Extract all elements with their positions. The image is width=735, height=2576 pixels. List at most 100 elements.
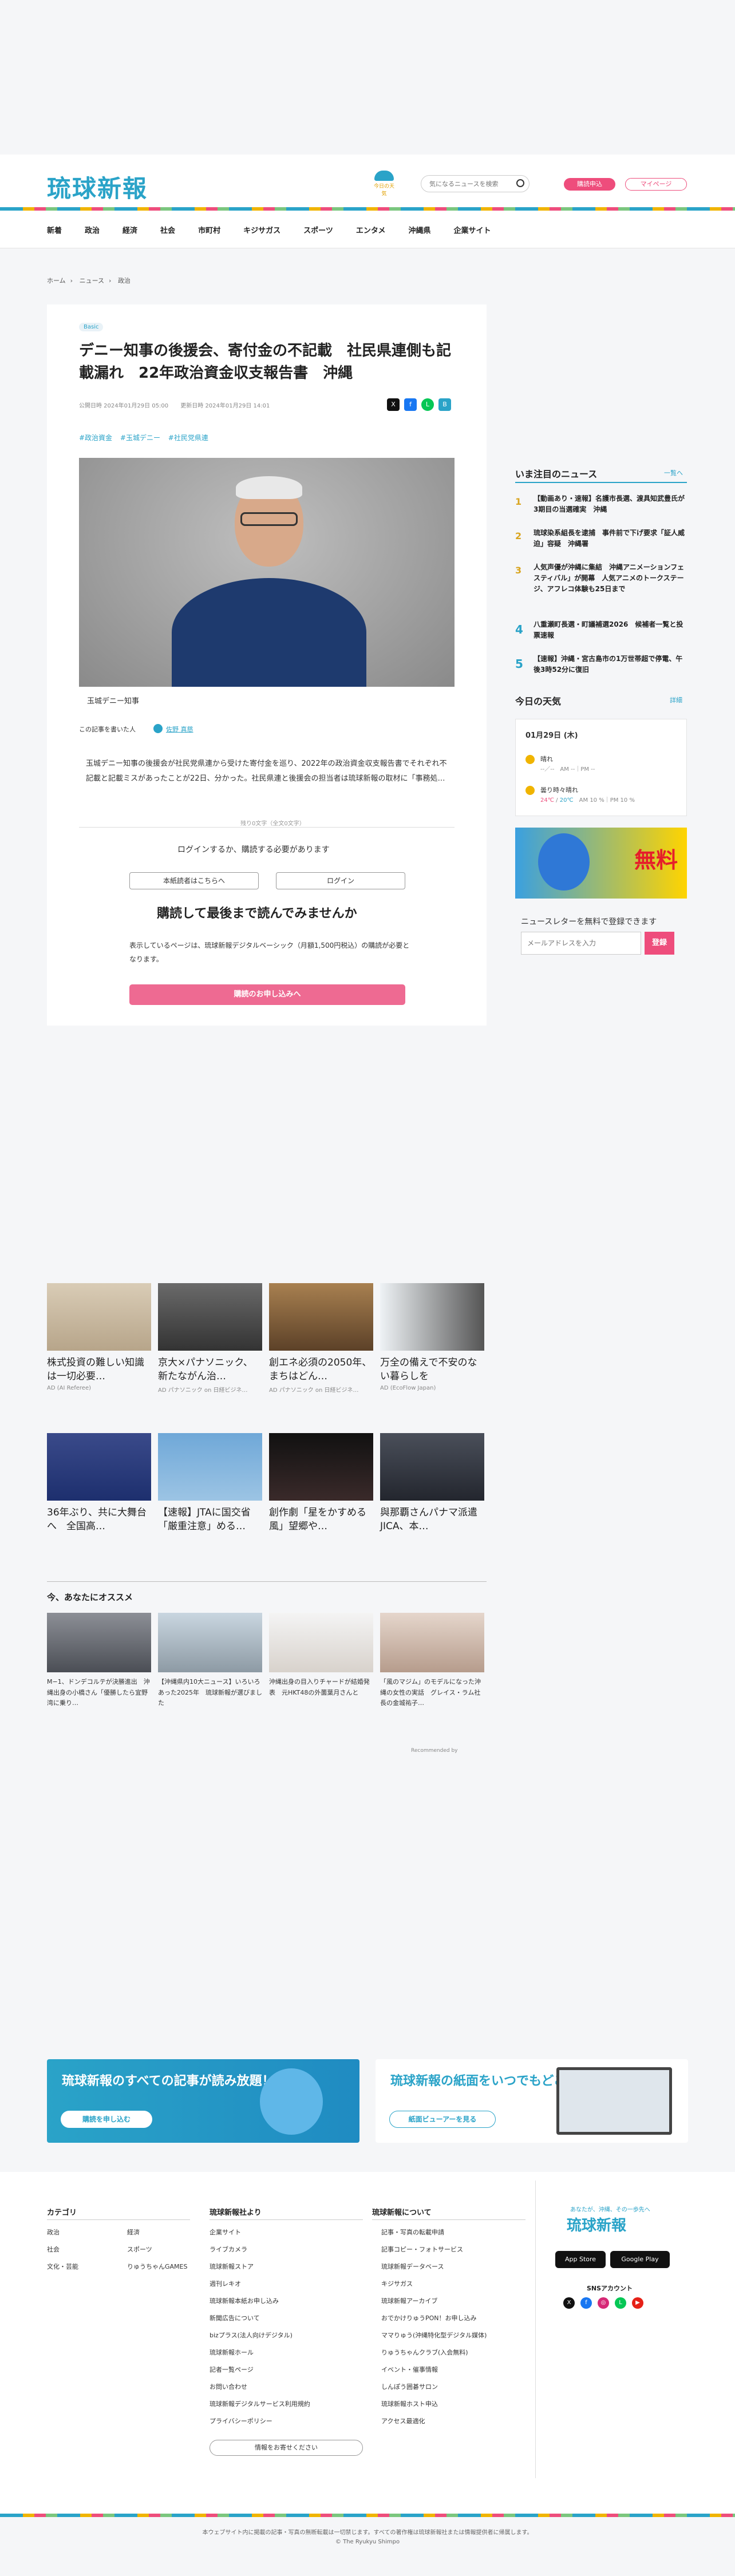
news-tile[interactable]: 【速報】JTAに国交省「厳重注意」める… [158,1433,262,1534]
breadcrumb-home[interactable]: ホーム [47,277,66,284]
footer-link[interactable]: お問い合わせ [210,2379,310,2396]
hashtag-link[interactable]: #玉城デニー [120,434,160,442]
footer-link[interactable]: 経済 [127,2224,187,2241]
footer-link[interactable]: 記事・写真の転載申請 [381,2224,487,2241]
paper-reader-button[interactable]: 本紙読者はこちらへ [129,872,259,889]
hashtag-link[interactable]: #政治資金 [79,434,112,442]
footer-link[interactable]: 琉球新報ホール [210,2344,310,2361]
search-input[interactable] [421,175,529,192]
nav-item-corporate[interactable]: 企業サイト [453,224,491,235]
ranking-item[interactable]: 2 琉球染系組長を逮捕 事件前で下げ要求「証人威迫」容疑 沖縄署 [515,528,687,549]
footer-link[interactable]: プライバシーポリシー [210,2413,310,2430]
body-fade [79,790,455,810]
app-store-button[interactable]: App Store [555,2251,606,2268]
subscribe-promo-banner[interactable]: 琉球新報のすべての記事が読み放題！ 購読を申し込む [47,2059,359,2143]
ad-tile[interactable]: 創エネ必須の2050年、まちはどん… AD パナソニック on 日経ビジネ… [269,1283,373,1394]
author-link[interactable]: 佐野 真慈 [166,725,193,734]
google-play-button[interactable]: Google Play [610,2251,670,2268]
viewer-promo-banner[interactable]: 琉球新報の紙面をいつでもどこでも。 紙面ビューアーを見る [376,2059,688,2143]
subscribe-button[interactable]: 購読申込 [564,178,615,191]
hashtag-list: #政治資金 #玉城デニー #社民党県連 [79,433,214,442]
ranking-item[interactable]: 4 八重瀬町長選・町議補選2026 候補者一覧と投票速報 [515,619,687,641]
newsletter-email-input[interactable] [521,932,641,955]
recommend-item[interactable]: 「風のマジム」のモデルになった沖縄の女性の実話 グレイス・ラム社長の金城祐子… [380,1613,484,1709]
recommend-item[interactable]: M−1、ドンデコルテが決勝進出 沖縄出身の小橋さん「優勝したら宜野湾に乗り… [47,1613,151,1709]
footer-link[interactable]: 政治 [47,2224,78,2241]
news-tile[interactable]: 創作劇「星をかすめる風」望郷や… [269,1433,373,1534]
paywall-subscribe-button[interactable]: 購読のお申し込みへ [129,984,405,1005]
hashtag-link[interactable]: #社民党県連 [168,434,208,442]
breadcrumb-news[interactable]: ニュース [80,277,104,284]
ad-tile[interactable]: 万全の備えで不安のない暮らしを AD (EcoFlow Japan) [380,1283,484,1391]
footer-link[interactable]: しんぽう囲碁サロン [381,2379,487,2396]
footer-link[interactable]: 琉球新報デジタルサービス利用規約 [210,2396,310,2413]
promo-viewer-button[interactable]: 紙面ビューアーを見る [389,2111,496,2128]
x-icon[interactable]: X [563,2297,575,2309]
ranking-item[interactable]: 1 【動画あり・速報】名護市長選、渡具知武豊氏が3期目の当選確実 沖縄 [515,493,687,515]
newsletter-submit-button[interactable]: 登録 [645,932,674,955]
footer-link[interactable]: bizプラス(法人向けデジタル) [210,2327,310,2344]
footer-link[interactable]: ママりゅう(沖縄特化型デジタル媒体) [381,2327,487,2344]
nav-item-entertainment[interactable]: エンタメ [356,224,386,235]
instagram-icon[interactable]: ◎ [598,2297,609,2309]
footer-link[interactable]: 琉球新報ホスト申込 [381,2396,487,2413]
footer-link[interactable]: 週刊レキオ [210,2276,310,2293]
search-icon[interactable] [516,179,524,187]
nav-item-okinawa[interactable]: 沖縄県 [408,224,430,235]
footer-link[interactable]: 琉球新報本紙お申し込み [210,2293,310,2310]
footer-link[interactable]: スポーツ [127,2241,187,2258]
sidebar-banner-ad[interactable]: 無料 [515,828,687,899]
nav-item-economy[interactable]: 経済 [122,224,137,235]
site-logo[interactable]: 琉球新報 [47,169,148,204]
footer-link[interactable]: 記事コピー・フォトサービス [381,2241,487,2258]
line-icon[interactable]: L [615,2297,626,2309]
footer-link[interactable]: ライブカメラ [210,2241,310,2258]
recommend-item[interactable]: 沖縄出身の目入りチャードが結婚発表 元HKT48の外薗葉月さんと [269,1613,373,1698]
footer-link[interactable]: イベント・催事情報 [381,2361,487,2379]
x-share-icon[interactable]: X [387,398,400,411]
line-share-icon[interactable]: L [421,398,434,411]
facebook-icon[interactable]: f [580,2297,592,2309]
footer-link[interactable]: 新聞広告について [210,2310,310,2327]
nav-item-society[interactable]: 社会 [160,224,175,235]
footer-link[interactable]: アクセス最適化 [381,2413,487,2430]
nav-item-municipality[interactable]: 市町村 [198,224,220,235]
nav-item-kijisagasu[interactable]: キジサガス [243,224,280,235]
nav-item-politics[interactable]: 政治 [85,224,100,235]
footer-link[interactable]: 琉球新報アーカイブ [381,2293,487,2310]
bookmark-share-icon[interactable]: B [438,398,451,411]
footer-logo[interactable]: 琉球新報 [567,2214,626,2235]
footer-link[interactable]: りゅうちゃんクラブ(入会無料) [381,2344,487,2361]
ranking-item[interactable]: 3 人気声優が沖縄に集結 沖縄アニメーションフェスティバル」が開幕 人気アニメのト… [515,562,687,595]
youtube-icon[interactable]: ▶ [632,2297,643,2309]
nav-item-new[interactable]: 新着 [47,224,62,235]
footer-link[interactable]: 琉球新報データベース [381,2258,487,2276]
footer-link[interactable]: 琉球新報ストア [210,2258,310,2276]
footer-link[interactable]: おでかけりゅうPON！お申し込み [381,2310,487,2327]
news-tile[interactable]: 與那覇さんパナマ派遣 JICA、本… [380,1433,487,1534]
footer-link[interactable]: キジサガス [381,2276,487,2293]
ad-tile[interactable]: 株式投資の難しい知識は一切必要… AD (AI Referee) [47,1283,151,1391]
weather-detail-link[interactable]: 詳細 [670,695,682,705]
promo-subscribe-button[interactable]: 購読を申し込む [61,2111,152,2128]
login-button[interactable]: ログイン [276,872,405,889]
recommend-item[interactable]: 【沖縄県内10大ニュース】いろいろあった2025年 琉球新報が選びました [158,1613,262,1709]
news-tile[interactable]: 36年ぶり、共に大舞台へ 全国高… [47,1433,151,1534]
ad-tile[interactable]: 京大×パナソニック、新たながん治… AD パナソニック on 日経ビジネ… [158,1283,262,1394]
facebook-share-icon[interactable]: f [404,398,417,411]
device-image [556,2067,672,2135]
ranking-item[interactable]: 5 【速報】沖縄・宮古島市の1万世帯超で停電、午後3時52分に復旧 [515,654,687,675]
weather-row-tomorrow: 曇り時々晴れ 24℃ / 20℃ AM 10 %｜PM 10 % [525,785,635,804]
tips-button[interactable]: 情報をお寄せください [210,2440,363,2456]
paywall-title: 購読して最後まで読んでみませんか [157,907,357,921]
ranking-more-link[interactable]: 一覧へ [664,468,683,477]
footer-link[interactable]: りゅうちゃんGAMES [127,2258,187,2276]
nav-item-sports[interactable]: スポーツ [303,224,333,235]
mypage-button[interactable]: マイページ [625,178,687,191]
footer-about-title: 琉球新報について [372,2209,432,2217]
weather-link[interactable]: 今日の天気 [372,171,396,197]
footer-link[interactable]: 文化・芸能 [47,2258,78,2276]
footer-link[interactable]: 記者一覧ページ [210,2361,310,2379]
footer-link[interactable]: 社会 [47,2241,78,2258]
footer-link[interactable]: 企業サイト [210,2224,310,2241]
